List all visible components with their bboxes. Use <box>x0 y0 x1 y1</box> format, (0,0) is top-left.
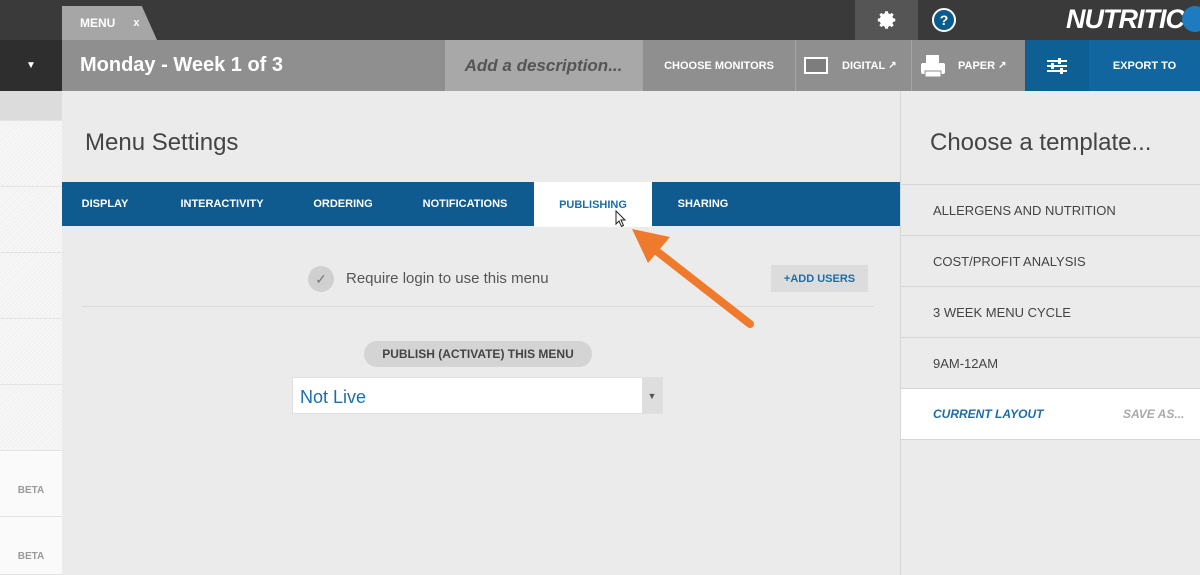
publish-label: PUBLISH (ACTIVATE) THIS MENU <box>364 341 592 367</box>
close-tab-icon[interactable]: x <box>133 17 139 29</box>
help-icon: ? <box>932 8 956 32</box>
digital-button[interactable]: DIGITAL ↗ <box>795 40 911 91</box>
template-item[interactable]: 9AM-12AM <box>901 337 1200 388</box>
sliders-icon <box>1047 57 1067 74</box>
publish-status-select[interactable]: Not Live ▼ <box>292 377 663 414</box>
tab-interactivity[interactable]: INTERACTIVITY <box>166 182 278 226</box>
menu-tab[interactable]: MENU x <box>62 6 157 40</box>
help-button[interactable]: ? <box>918 0 970 40</box>
template-panel: Choose a template... ALLERGENS AND NUTRI… <box>900 91 1200 575</box>
left-sidebar: BETA BETA <box>0 91 62 575</box>
require-login-label: Require login to use this menu <box>346 270 549 287</box>
menu-settings-panel: Menu Settings DISPLAY INTERACTIVITY ORDE… <box>62 91 900 575</box>
external-link-icon: ↗ <box>888 60 897 71</box>
description-input[interactable]: Add a description... <box>445 40 642 91</box>
layout-settings-button[interactable] <box>1025 40 1089 91</box>
sidebar-slot[interactable] <box>0 385 62 451</box>
save-as-button[interactable]: SAVE AS... <box>1123 407 1184 421</box>
settings-button[interactable] <box>855 0 918 40</box>
sidebar-slot[interactable] <box>0 121 62 187</box>
current-layout-link[interactable]: CURRENT LAYOUT <box>933 407 1043 421</box>
check-icon: ✓ <box>315 270 327 287</box>
top-bar: MENU x ? NUTRITICS <box>0 0 1200 40</box>
sidebar-slot[interactable] <box>0 187 62 253</box>
export-label: EXPORT TO <box>1112 59 1177 72</box>
tab-ordering[interactable]: ORDERING <box>302 182 384 226</box>
tab-sharing[interactable]: SHARING <box>664 182 742 226</box>
settings-tabs: DISPLAY INTERACTIVITY ORDERING NOTIFICAT… <box>62 182 900 227</box>
tab-display[interactable]: DISPLAY <box>62 182 148 226</box>
menu-header: ▼ Monday - Week 1 of 3 Add a description… <box>0 40 1200 91</box>
choose-monitors-label: CHOOSE MONITORS <box>664 59 774 72</box>
external-link-icon: ↗ <box>998 60 1007 71</box>
publish-status-value: Not Live <box>300 387 367 407</box>
sidebar-slot[interactable] <box>0 319 62 385</box>
page-title: Menu Settings <box>85 129 239 156</box>
beta-badge: BETA <box>17 485 45 496</box>
brand-logo: NUTRITICS <box>1066 4 1200 34</box>
template-item[interactable]: ALLERGENS AND NUTRITION <box>901 184 1200 235</box>
paper-label: PAPER <box>958 59 996 72</box>
add-users-button[interactable]: +ADD USERS <box>771 265 868 292</box>
sidebar-slot[interactable] <box>0 91 62 121</box>
tab-notifications[interactable]: NOTIFICATIONS <box>410 182 520 226</box>
sidebar-slot[interactable] <box>0 517 62 575</box>
export-button[interactable]: EXPORT TO <box>1089 40 1200 91</box>
menu-tab-label: MENU <box>80 16 116 30</box>
paper-button[interactable]: PAPER ↗ <box>911 40 1025 91</box>
gear-icon <box>877 11 895 29</box>
current-layout-row: CURRENT LAYOUT SAVE AS... <box>901 388 1200 440</box>
dropdown-arrow-icon[interactable]: ▼ <box>642 378 662 413</box>
template-panel-title: Choose a template... <box>930 129 1152 156</box>
beta-badge: BETA <box>17 551 45 562</box>
sidebar-slot[interactable] <box>0 253 62 319</box>
choose-monitors-button[interactable]: CHOOSE MONITORS <box>642 40 795 91</box>
sidebar-toggle[interactable]: ▼ <box>0 40 62 91</box>
digital-label: DIGITAL <box>842 59 886 72</box>
annotation-arrow-icon <box>632 229 754 328</box>
menu-title[interactable]: Monday - Week 1 of 3 <box>80 54 283 77</box>
template-item[interactable]: 3 WEEK MENU CYCLE <box>901 286 1200 337</box>
monitor-icon <box>804 57 828 74</box>
printer-icon <box>921 54 945 77</box>
require-login-checkbox[interactable]: ✓ <box>308 266 334 292</box>
sidebar-slot[interactable] <box>0 451 62 517</box>
template-item[interactable]: COST/PROFIT ANALYSIS <box>901 235 1200 286</box>
